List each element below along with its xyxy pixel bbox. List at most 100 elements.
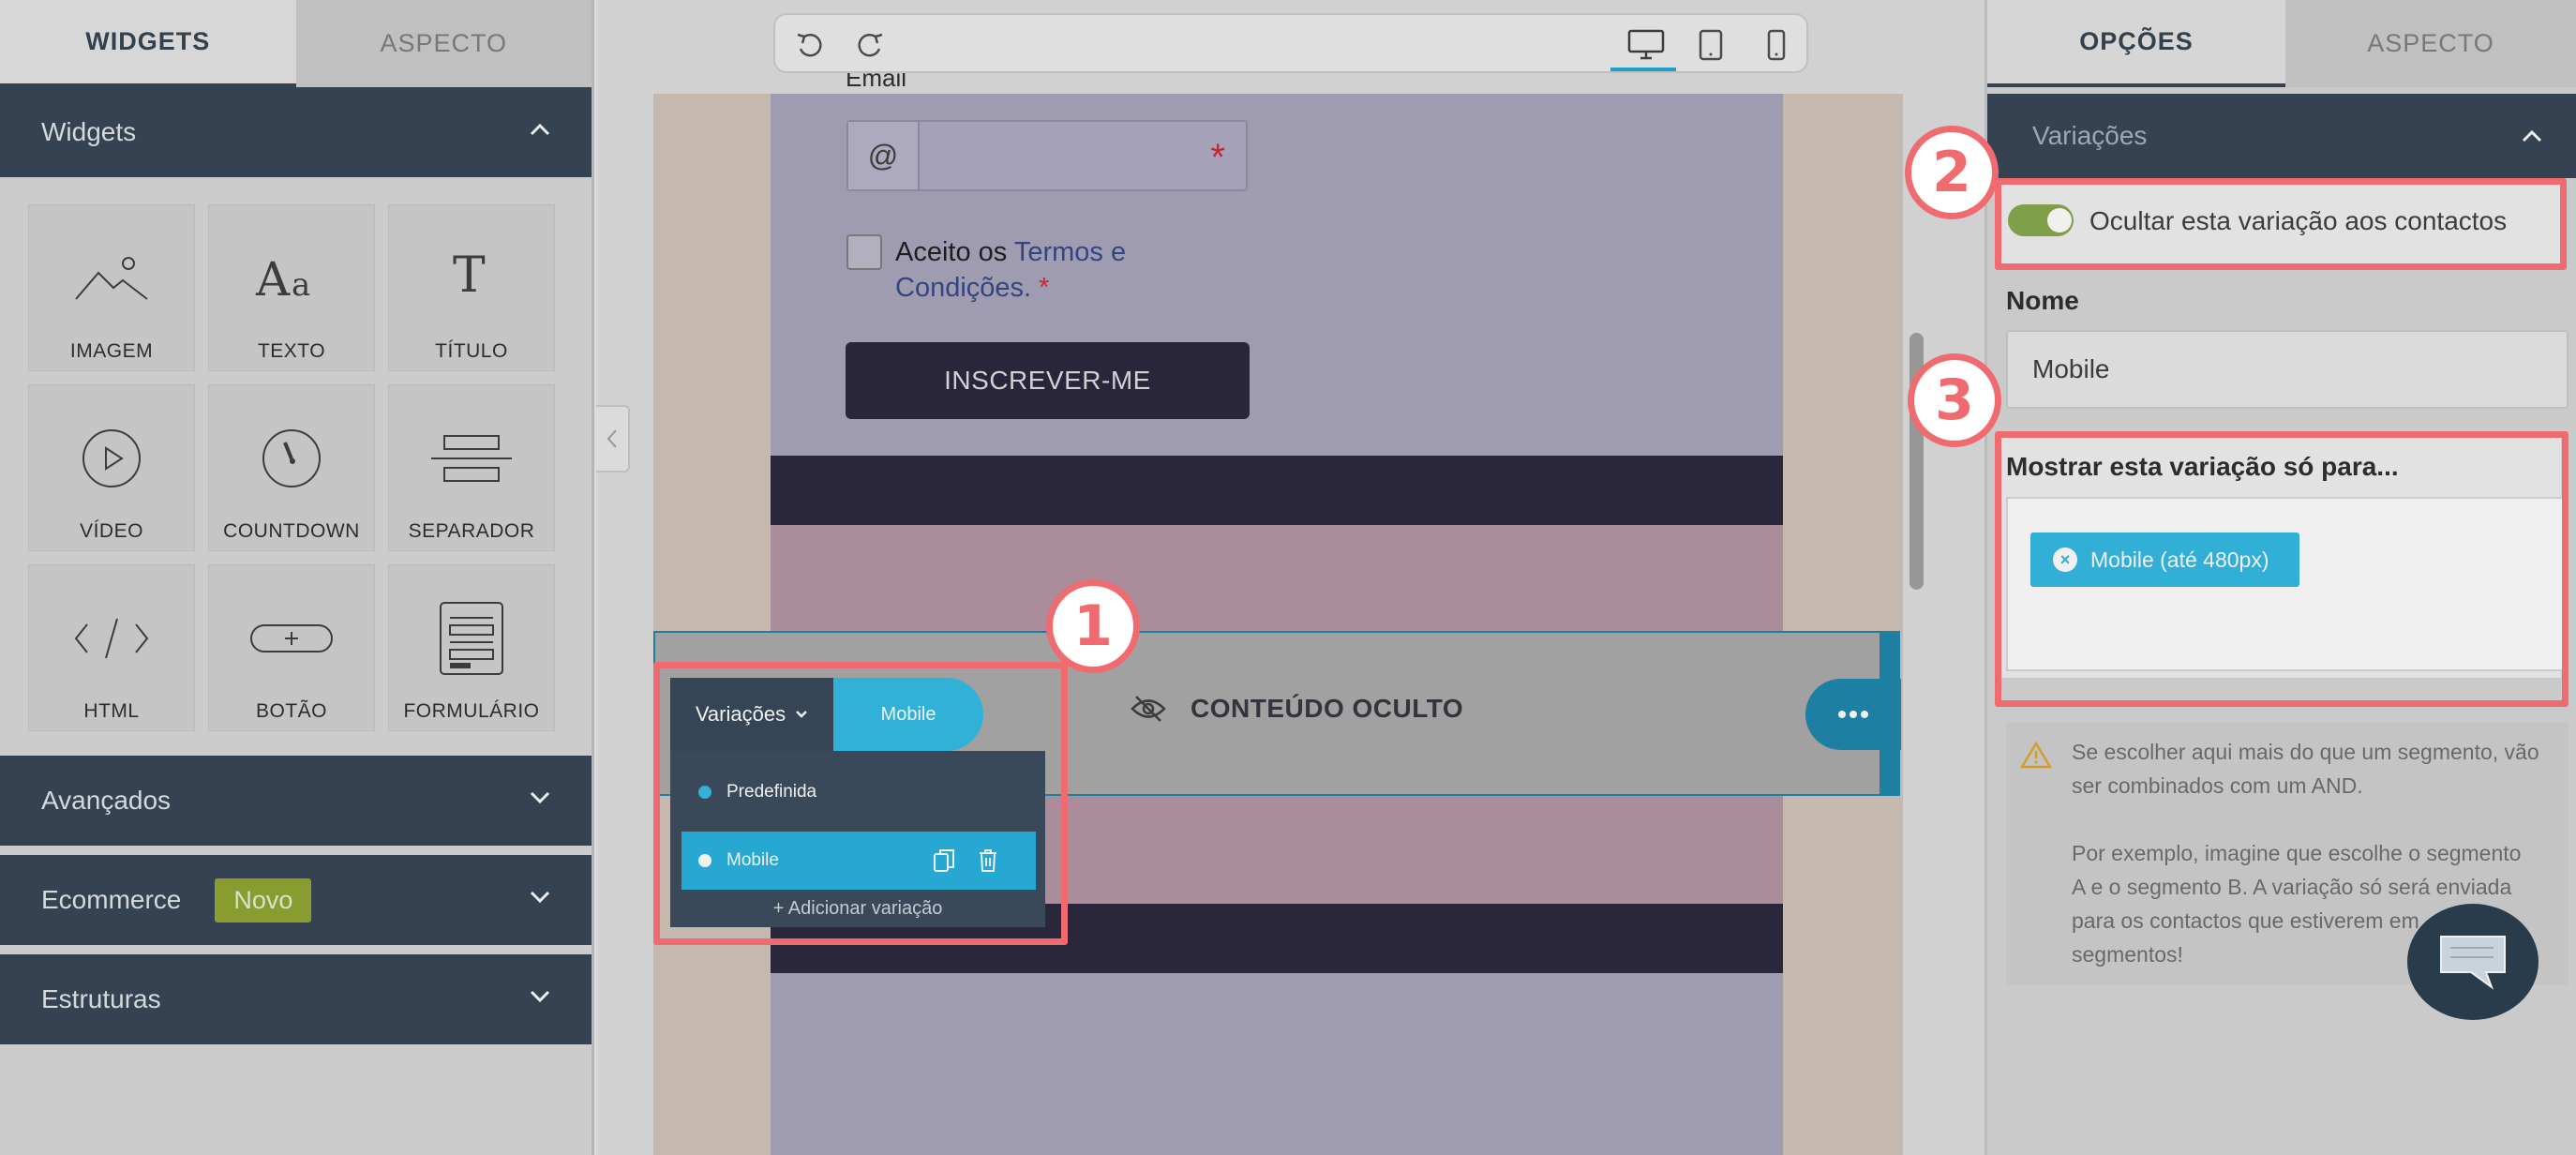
dark-block <box>771 456 1783 525</box>
warning-line <box>2072 802 2540 836</box>
widget-button[interactable]: BOTÃO <box>208 564 375 731</box>
desktop-view-button[interactable] <box>1622 24 1670 66</box>
widget-text-label: TEXTO <box>257 340 326 362</box>
svg-text:A: A <box>255 252 291 307</box>
widgets-section-header[interactable]: Widgets <box>0 87 592 177</box>
email-field-label: Email <box>846 71 907 92</box>
tab-aspecto[interactable]: ASPECTO <box>295 0 592 87</box>
widgets-grid: IMAGEM Aa TEXTO T TÍTULO VÍDEO COUNTDOWN… <box>28 204 561 731</box>
warning-line: Se escolher aqui mais do que um segmento… <box>2072 740 2539 764</box>
chevron-down-icon <box>530 990 550 1003</box>
svg-text:T: T <box>453 250 486 304</box>
collapse-panel-button[interactable] <box>596 405 630 472</box>
hidden-content-label: CONTEÚDO OCULTO <box>1191 694 1464 723</box>
required-mark: * <box>1210 137 1225 178</box>
warning-icon <box>2020 741 2052 769</box>
widget-form[interactable]: FORMULÁRIO <box>388 564 555 731</box>
mobile-view-button[interactable] <box>1756 24 1797 66</box>
at-prefix: @ <box>848 122 920 189</box>
warning-line: A e o segmento B. A variação só será env… <box>2072 875 2512 899</box>
video-icon <box>82 429 141 488</box>
variations-section-title: Variações <box>2032 121 2148 150</box>
widget-video[interactable]: VÍDEO <box>28 384 195 551</box>
new-badge: Novo <box>215 878 312 922</box>
variation-name-input[interactable]: Mobile <box>2006 330 2569 409</box>
section-ecommerce-title: Ecommerce <box>41 885 182 914</box>
widget-title-label: TÍTULO <box>435 340 508 362</box>
image-icon <box>75 257 148 300</box>
step-badge-2: 2 <box>1905 126 1999 219</box>
widgets-panel: WIDGETS ASPECTO Widgets IMAGEM Aa TEXTO … <box>0 0 594 1155</box>
chevron-up-icon <box>2522 129 2542 142</box>
section-avancados[interactable]: Avançados <box>0 756 592 846</box>
warning-line: ser combinados com um AND. <box>2072 773 2363 798</box>
editor-toolbar <box>773 13 1808 73</box>
widget-html-label: HTML <box>83 700 140 722</box>
desktop-icon <box>1627 29 1665 60</box>
tab-aspecto-right[interactable]: ASPECTO <box>2285 0 2576 87</box>
widget-title[interactable]: T TÍTULO <box>388 204 555 371</box>
widget-separator[interactable]: SEPARADOR <box>388 384 555 551</box>
variations-section-header[interactable]: Variações <box>1987 94 2576 178</box>
button-icon <box>250 624 333 652</box>
warning-line: Por exemplo, imagine que escolhe o segme… <box>2072 841 2522 865</box>
section-estruturas-title: Estruturas <box>41 984 161 1013</box>
code-icon <box>74 618 149 659</box>
highlight-box-2 <box>1995 178 2567 270</box>
terms-text: Aceito os Termos e Condições. * <box>895 234 1176 306</box>
separator-icon <box>431 435 512 482</box>
tab-widgets[interactable]: WIDGETS <box>0 0 296 87</box>
widget-html[interactable]: HTML <box>28 564 195 731</box>
widget-countdown[interactable]: COUNTDOWN <box>208 384 375 551</box>
pink-block <box>771 525 1783 631</box>
highlight-box-1 <box>653 662 1068 945</box>
highlight-box-3 <box>1995 431 2569 707</box>
widget-image[interactable]: IMAGEM <box>28 204 195 371</box>
step-badge-1: 1 <box>1046 579 1140 673</box>
widget-form-label: FORMULÁRIO <box>403 700 540 722</box>
widget-image-label: IMAGEM <box>69 340 154 362</box>
left-tabbar: WIDGETS ASPECTO <box>0 0 592 87</box>
text-icon: Aa <box>255 252 310 307</box>
redo-button[interactable] <box>850 24 891 66</box>
hidden-content: CONTEÚDO OCULTO <box>1131 694 1463 724</box>
active-device-indicator <box>1610 68 1676 71</box>
chevron-down-icon <box>530 891 550 904</box>
widgets-section-title: Widgets <box>41 117 137 146</box>
section-estruturas[interactable]: Estruturas <box>0 954 592 1044</box>
tablet-icon <box>1699 29 1723 61</box>
svg-text:a: a <box>292 266 310 304</box>
eye-slash-icon <box>1131 696 1166 722</box>
widget-button-label: BOTÃO <box>255 700 327 722</box>
name-label: Nome <box>2006 286 2079 315</box>
widget-separator-label: SEPARADOR <box>408 520 535 542</box>
block-options-button[interactable] <box>1805 679 1901 750</box>
section-avancados-title: Avançados <box>41 786 172 815</box>
undo-icon <box>797 33 822 57</box>
section-ecommerce[interactable]: Ecommerce Novo <box>0 855 592 945</box>
chat-icon <box>2440 936 2506 990</box>
tablet-view-button[interactable] <box>1690 24 1731 66</box>
countdown-icon <box>262 429 321 488</box>
title-icon: T <box>453 250 486 304</box>
lavender-block <box>771 973 1783 1155</box>
terms-required-mark: * <box>1039 273 1050 303</box>
email-input[interactable]: @ * <box>846 120 1248 191</box>
form-icon <box>440 602 503 675</box>
more-dots-icon <box>1838 711 1868 718</box>
step-badge-3: 3 <box>1908 353 2001 447</box>
chat-button[interactable] <box>2407 904 2539 1020</box>
tab-opcoes[interactable]: OPÇÕES <box>1987 0 2285 87</box>
terms-checkbox[interactable] <box>846 234 882 270</box>
subscribe-button[interactable]: INSCREVER-ME <box>846 342 1250 419</box>
widget-video-label: VÍDEO <box>80 520 143 542</box>
widget-text[interactable]: Aa TEXTO <box>208 204 375 371</box>
undo-button[interactable] <box>788 24 830 66</box>
chevron-down-icon <box>530 791 550 804</box>
terms-prefix: Aceito os <box>895 237 1008 267</box>
widget-countdown-label: COUNTDOWN <box>223 520 360 542</box>
mobile-icon <box>1767 29 1786 61</box>
chevron-left-icon <box>607 429 617 448</box>
chevron-up-icon <box>530 123 550 136</box>
redo-icon <box>858 33 883 57</box>
